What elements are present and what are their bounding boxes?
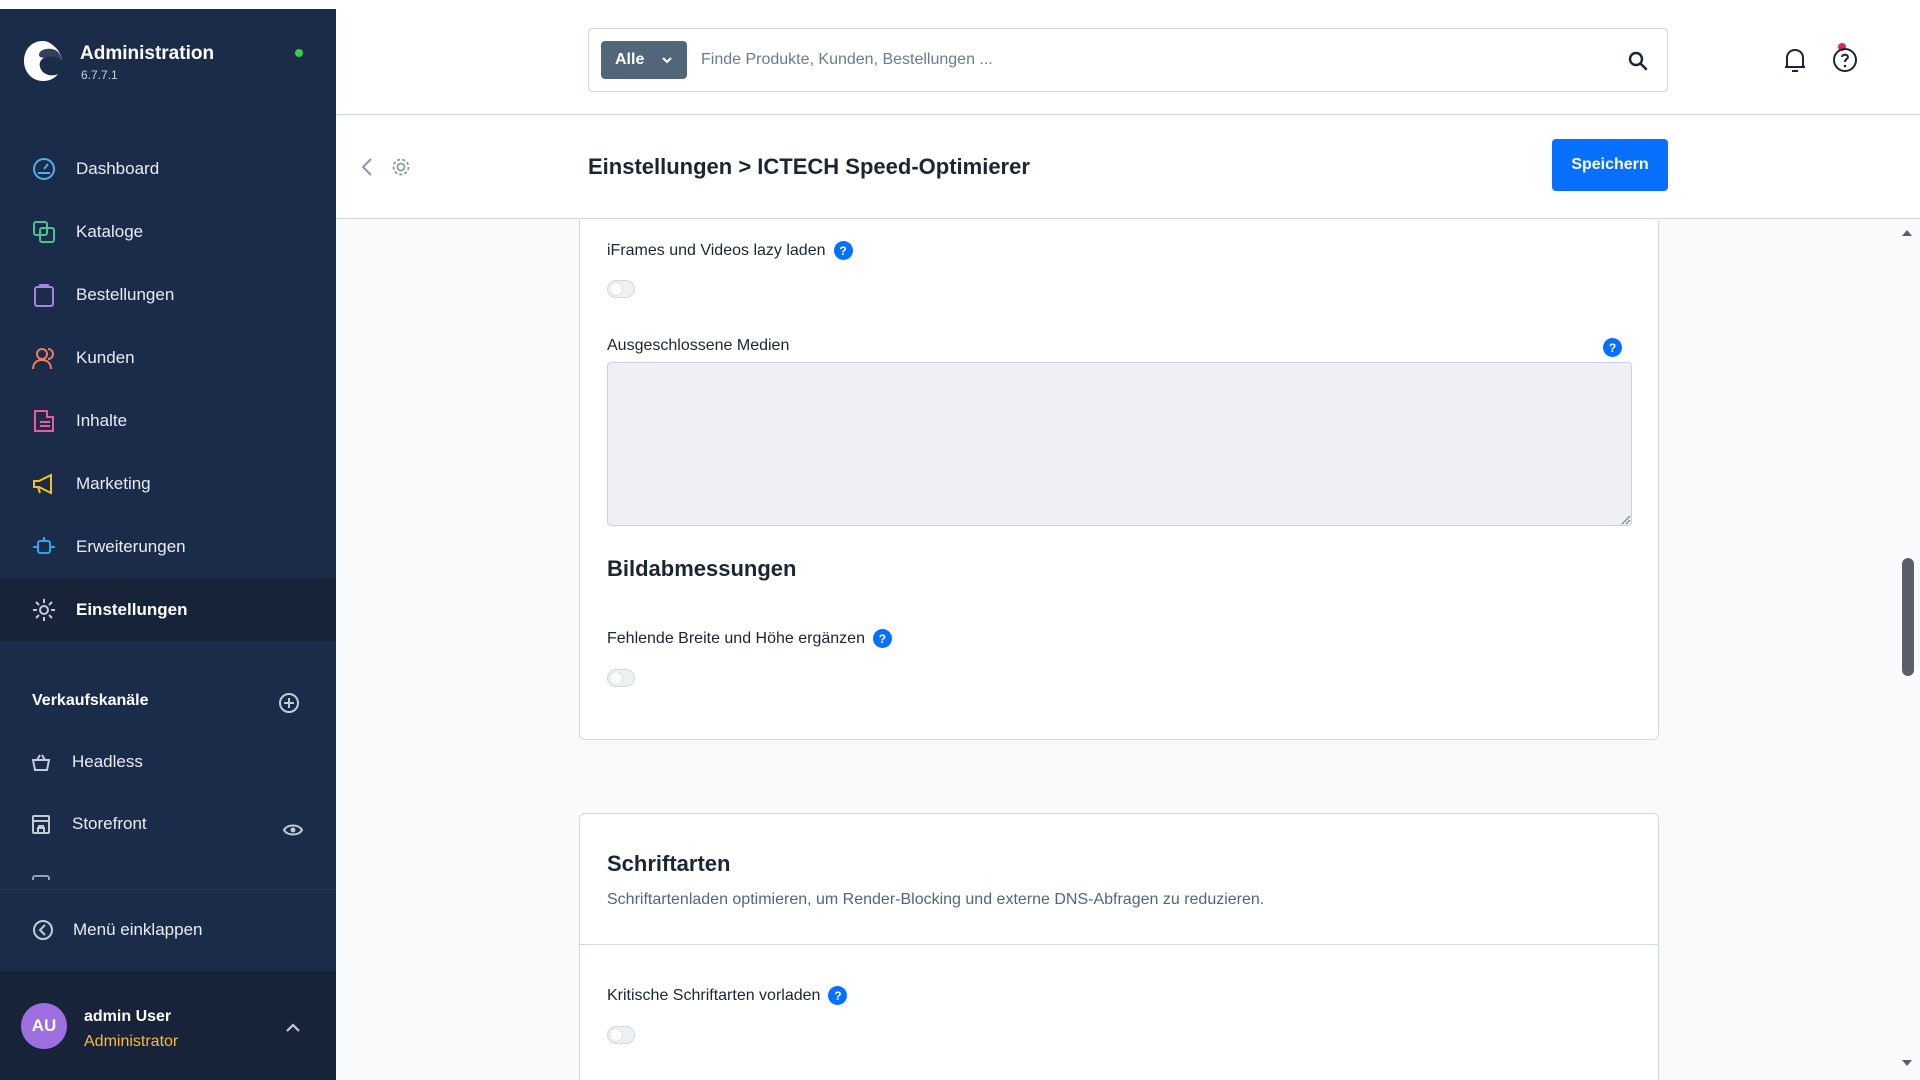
notifications-bell-icon[interactable] — [1782, 45, 1808, 75]
user-menu[interactable]: AU admin User Administrator — [0, 971, 336, 1080]
brand-header: Administration 6.7.7.1 — [0, 9, 336, 109]
lazy-iframes-text: iFrames und Videos lazy laden — [607, 241, 826, 259]
help-tooltip-icon[interactable]: ? — [1603, 338, 1622, 357]
missing-dims-label: Fehlende Breite und Höhe ergänzen ? — [607, 629, 892, 648]
gear-icon — [392, 158, 410, 176]
sidebar-item-catalogs[interactable]: Kataloge — [0, 200, 336, 263]
back-chevron-icon[interactable] — [360, 156, 374, 178]
sidebar-item-label: Einstellungen — [76, 599, 188, 619]
scroll-down-arrow-icon[interactable] — [1900, 1058, 1914, 1068]
smart-bar: Einstellungen > ICTECH Speed-Optimierer … — [336, 116, 1920, 219]
excluded-media-label: Ausgeschlossene Medien — [607, 337, 789, 355]
sidebar-item-content[interactable]: Inhalte — [0, 389, 336, 452]
help-tooltip-icon[interactable]: ? — [872, 629, 892, 648]
scroll-up-arrow-icon[interactable] — [1900, 228, 1914, 238]
sales-channel-item-storefront[interactable]: Storefront — [30, 804, 147, 844]
collapse-menu-button[interactable]: Menü einklappen — [0, 889, 336, 970]
settings-content: iFrames und Videos lazy laden ? Ausgesch… — [336, 220, 1920, 1080]
marketing-megaphone-icon — [33, 472, 52, 495]
settings-card-media: iFrames und Videos lazy laden ? Ausgesch… — [579, 220, 1659, 740]
customers-icon — [32, 347, 54, 369]
orders-bag-icon — [34, 283, 54, 307]
sidebar-item-label: Kataloge — [76, 221, 144, 241]
help-tooltip-icon[interactable]: ? — [828, 986, 848, 1005]
search-type-select[interactable]: Alle — [601, 41, 687, 79]
shopware-logo-icon — [24, 41, 62, 81]
preload-fonts-text: Kritische Schriftarten vorladen — [607, 986, 821, 1004]
sidebar-item-settings[interactable]: Einstellungen — [0, 578, 336, 641]
collapse-menu-label: Menü einklappen — [73, 920, 203, 939]
storefront-icon — [32, 815, 50, 834]
page-title: Einstellungen > ICTECH Speed-Optimierer — [588, 154, 1030, 179]
preload-fonts-label: Kritische Schriftarten vorladen ? — [607, 986, 848, 1005]
search-type-label: Alle — [615, 51, 645, 68]
settings-card-fonts: Schriftarten Schriftartenladen optimiere… — [579, 813, 1659, 1080]
app-title: Administration — [80, 43, 215, 64]
chevron-down-icon — [662, 57, 672, 64]
lazy-iframes-label: iFrames und Videos lazy laden ? — [607, 241, 853, 260]
top-header: Alle — [336, 9, 1920, 115]
sales-channel-label: Storefront — [72, 814, 147, 833]
user-name: admin User — [84, 1008, 172, 1025]
excluded-media-text: Ausgeschlossene Medien — [607, 337, 790, 354]
sidebar-item-label: Erweiterungen — [76, 536, 186, 556]
top-strip — [0, 0, 1920, 9]
chevron-left-circle-icon — [33, 920, 53, 940]
help-tooltip-icon[interactable]: ? — [833, 241, 853, 260]
chevron-up-icon[interactable] — [285, 1021, 301, 1033]
lazy-iframes-toggle[interactable] — [607, 280, 635, 298]
sidebar-item-label: Kunden — [76, 347, 135, 367]
sidebar-item-label: Bestellungen — [76, 284, 175, 304]
avatar: AU — [21, 1003, 67, 1049]
status-indicator — [295, 49, 303, 57]
basket-icon — [31, 754, 51, 771]
content-icon — [34, 409, 54, 432]
image-dimensions-heading: Bildabmessungen — [607, 556, 797, 581]
admin-sidebar: Administration 6.7.7.1 Dashboard Katalog… — [0, 9, 336, 1080]
sidebar-item-label: Dashboard — [76, 158, 160, 178]
resize-grip-icon[interactable] — [1621, 515, 1631, 525]
sales-channel-label: Headless — [72, 752, 143, 771]
fonts-card-title: Schriftarten — [607, 851, 731, 876]
sidebar-item-customers[interactable]: Kunden — [0, 326, 336, 389]
sidebar-item-dashboard[interactable]: Dashboard — [0, 137, 336, 200]
search-icon[interactable] — [1627, 50, 1649, 72]
card-divider — [580, 944, 1658, 945]
sidebar-item-marketing[interactable]: Marketing — [0, 452, 336, 515]
add-sales-channel-icon[interactable] — [278, 692, 300, 714]
user-role: Administrator — [84, 1033, 179, 1050]
missing-dims-toggle[interactable] — [607, 669, 635, 687]
help-circle-icon[interactable] — [1832, 47, 1858, 73]
dashboard-gauge-icon — [33, 157, 55, 180]
missing-dims-text: Fehlende Breite und Höhe ergänzen — [607, 629, 865, 647]
search-input[interactable] — [701, 41, 1601, 79]
sales-channel-item-headless[interactable]: Headless — [30, 742, 143, 782]
settings-gear-icon — [33, 598, 55, 621]
fonts-card-subtitle: Schriftartenladen optimieren, um Render-… — [607, 891, 1265, 908]
sales-channels-heading: Verkaufskanäle — [32, 692, 149, 709]
catalog-icon — [33, 220, 55, 243]
sidebar-item-label: Inhalte — [76, 410, 128, 430]
extensions-plug-icon — [33, 536, 55, 554]
main-nav: Dashboard Kataloge Bestellungen Kunden I… — [0, 137, 336, 641]
save-button[interactable]: Speichern — [1552, 139, 1668, 191]
app-version: 6.7.7.1 — [81, 68, 118, 82]
global-search: Alle — [588, 28, 1668, 92]
sidebar-item-orders[interactable]: Bestellungen — [0, 263, 336, 326]
sales-channel-item-partial — [32, 875, 50, 880]
excluded-media-textarea[interactable] — [607, 362, 1632, 526]
preload-fonts-toggle[interactable] — [607, 1026, 635, 1044]
sidebar-item-extensions[interactable]: Erweiterungen — [0, 515, 336, 578]
scrollbar-thumb[interactable] — [1902, 558, 1914, 676]
eye-icon[interactable] — [283, 821, 303, 839]
sidebar-item-label: Marketing — [76, 473, 151, 493]
